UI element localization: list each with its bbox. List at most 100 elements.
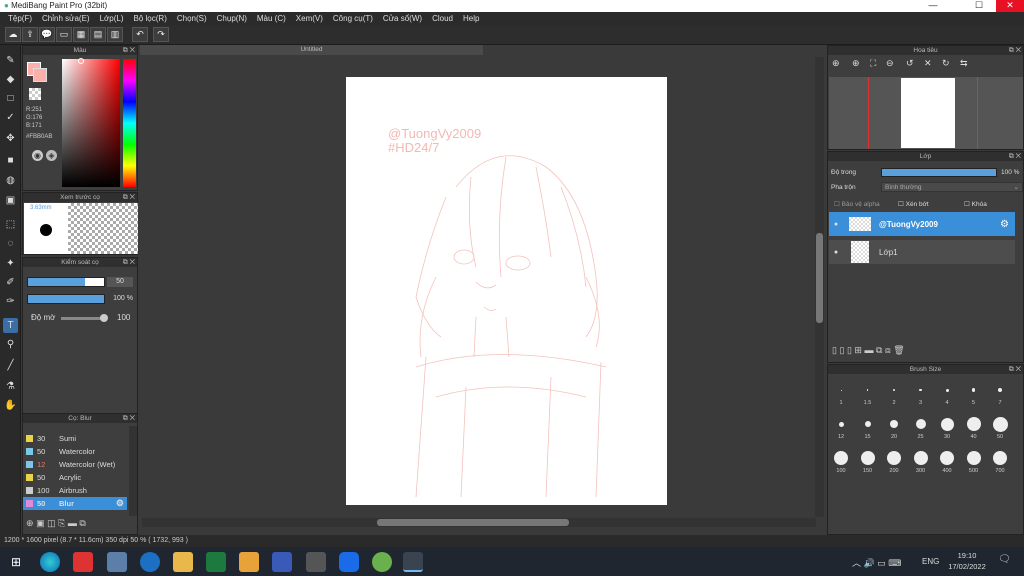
blend-mode-select[interactable]: Bình thường ⌄ — [881, 182, 1023, 192]
bucket-tool-icon[interactable]: ◍ — [3, 173, 18, 188]
zalo-icon[interactable] — [339, 552, 359, 572]
chat-icon[interactable]: ▭ — [56, 27, 72, 42]
merge-layer-icon[interactable]: ⧈ — [885, 345, 891, 355]
horizontal-scroll-thumb[interactable] — [377, 519, 569, 526]
brush-size-dot[interactable] — [864, 421, 871, 427]
brush-list-item[interactable]: 100 Airbrush — [23, 484, 127, 497]
brush-settings-icon[interactable]: ◫ — [47, 518, 56, 528]
color-mixer-icon[interactable]: ◈ — [46, 150, 57, 161]
rotate-left-icon[interactable]: ↺ — [906, 58, 914, 69]
move-tool-icon[interactable]: ✥ — [3, 131, 18, 146]
save-brush-icon[interactable]: ▣ — [36, 518, 45, 528]
add-brush-icon[interactable]: ⊕ — [26, 518, 34, 528]
system-tray-icons[interactable]: ︿ 🔊 ▭ ⌨ — [852, 556, 901, 569]
brush-size-dot[interactable] — [971, 388, 976, 392]
canvas-horizontal-scrollbar[interactable] — [142, 518, 816, 527]
dot-pen-tool-icon[interactable]: ✓ — [3, 110, 18, 125]
canvas-vertical-scrollbar[interactable] — [815, 57, 824, 517]
delete-layer-icon[interactable]: 🗑 — [893, 345, 904, 355]
maximize-button[interactable]: ☐ — [966, 0, 992, 12]
divide-tool-icon[interactable]: ╱ — [3, 358, 18, 373]
clipping-checkbox[interactable]: ☐ — [898, 201, 906, 208]
brush-size-dot[interactable] — [919, 388, 922, 392]
brush-size-dot[interactable] — [966, 451, 981, 465]
menu-window[interactable]: Cửa sổ(W) — [378, 12, 427, 25]
brush-size-dot[interactable] — [945, 388, 949, 392]
brush-list-item[interactable]: 50 Blur ⚙ — [23, 497, 127, 510]
smoothing-knob[interactable] — [100, 314, 108, 322]
start-icon[interactable]: ⊞ — [6, 552, 26, 572]
brush-list-item[interactable]: 50 Acrylic — [23, 471, 127, 484]
zoom-in-alt-icon[interactable]: ⊕ — [852, 58, 860, 69]
medibang-taskbar-icon[interactable] — [403, 552, 423, 572]
palette-icon[interactable]: ◉ — [32, 150, 43, 161]
close-button[interactable]: ✕ — [996, 0, 1024, 12]
transparent-color-swatch[interactable] — [29, 88, 41, 100]
fill-shape-tool-icon[interactable]: ■ — [3, 153, 18, 168]
brush-size-dot[interactable] — [840, 389, 842, 391]
rectangle-tool-icon[interactable]: □ — [3, 91, 18, 106]
color-picker-cursor[interactable] — [78, 58, 84, 64]
brush-size-dot[interactable] — [992, 416, 1008, 432]
camera-icon[interactable] — [306, 552, 326, 572]
brush-list-item[interactable]: 30 Sumi — [23, 432, 127, 445]
redo-icon[interactable]: ↷ — [153, 27, 169, 42]
panel-close-icon[interactable]: ⧉ ✕ — [1009, 46, 1021, 55]
brush-size-dot[interactable] — [993, 451, 1007, 465]
app-green-icon[interactable] — [372, 552, 392, 572]
save-icon[interactable] — [272, 552, 292, 572]
gradient-tool-icon[interactable]: ▣ — [3, 193, 18, 208]
brush-tool-icon[interactable]: ✎ — [3, 53, 18, 68]
hue-slider[interactable] — [123, 59, 136, 187]
file-explorer-icon[interactable] — [173, 552, 193, 572]
select-tool-icon[interactable]: ⬚ — [3, 217, 18, 232]
brush-folder-icon[interactable]: ▬ — [68, 518, 77, 528]
text-tool-icon[interactable]: T — [3, 318, 18, 333]
menu-tools[interactable]: Công cụ(T) — [328, 12, 378, 25]
language-indicator[interactable]: ENG — [922, 557, 939, 566]
grid-icon[interactable]: ▦ — [73, 27, 89, 42]
visibility-icon[interactable]: ● — [829, 221, 843, 228]
brush-size-dot[interactable] — [890, 420, 898, 428]
brush-size-dot[interactable] — [838, 421, 844, 427]
cloud-icon[interactable]: ☁ — [5, 27, 21, 42]
layer-settings-icon[interactable]: ⚙ — [1000, 219, 1009, 230]
vertical-scroll-thumb[interactable] — [816, 233, 823, 323]
duplicate-layer-icon[interactable]: ⧉ — [876, 345, 882, 355]
brush-size-dot[interactable] — [887, 451, 901, 465]
menu-edit[interactable]: Chỉnh sửa(E) — [37, 12, 95, 25]
panel-close-icon[interactable]: ⧉ ✕ — [123, 46, 135, 55]
app-red-icon[interactable] — [73, 552, 93, 572]
share-icon[interactable]: ⇪ — [22, 27, 38, 42]
menu-help[interactable]: Help — [458, 12, 484, 25]
fit-icon[interactable]: ⛶ — [870, 58, 876, 69]
menu-view[interactable]: Xem(V) — [291, 12, 328, 25]
menu-snap[interactable]: Chụp(N) — [212, 12, 252, 25]
brush-list-scrollbar[interactable] — [129, 426, 137, 516]
brush-settings-icon[interactable]: ⚙ — [116, 498, 124, 509]
layer-row[interactable]: ● Lớp1 — [829, 240, 1015, 264]
brush-size-dot[interactable] — [913, 451, 928, 465]
brush-size-dot[interactable] — [966, 417, 981, 431]
brush-size-dot[interactable] — [998, 388, 1002, 392]
lasso-tool-icon[interactable]: ◌ — [3, 236, 18, 251]
notification-icon[interactable]: 🗨 — [998, 554, 1011, 565]
panel-close-icon[interactable]: ⧉ ✕ — [1009, 152, 1021, 161]
menu-color[interactable]: Màu (C) — [252, 12, 291, 25]
undo-icon[interactable]: ↶ — [132, 27, 148, 42]
brush-size-value[interactable]: 50 — [107, 277, 133, 287]
protect-alpha-checkbox[interactable]: ☐ — [834, 201, 842, 208]
brush-size-dot[interactable] — [940, 451, 954, 465]
add-layer-icon[interactable]: ⊞ — [854, 345, 862, 355]
new-halftone-layer-icon[interactable]: ▯ — [839, 345, 844, 355]
menu-layer[interactable]: Lớp(L) — [95, 12, 129, 25]
comment-icon[interactable]: 💬 — [39, 27, 55, 42]
brush-size-dot[interactable] — [866, 389, 869, 391]
new-8bit-layer-icon[interactable]: ▯ — [847, 345, 852, 355]
drawing-canvas[interactable]: @TuongVy2009 #HD24/7 — [346, 77, 667, 505]
brush-size-dot[interactable] — [860, 451, 875, 465]
eyedropper-tool-icon[interactable]: ⚗ — [3, 379, 18, 394]
background-color-swatch[interactable] — [33, 68, 47, 82]
visibility-icon[interactable]: ● — [829, 249, 843, 256]
hand-tool-icon[interactable]: ✋ — [3, 398, 18, 413]
